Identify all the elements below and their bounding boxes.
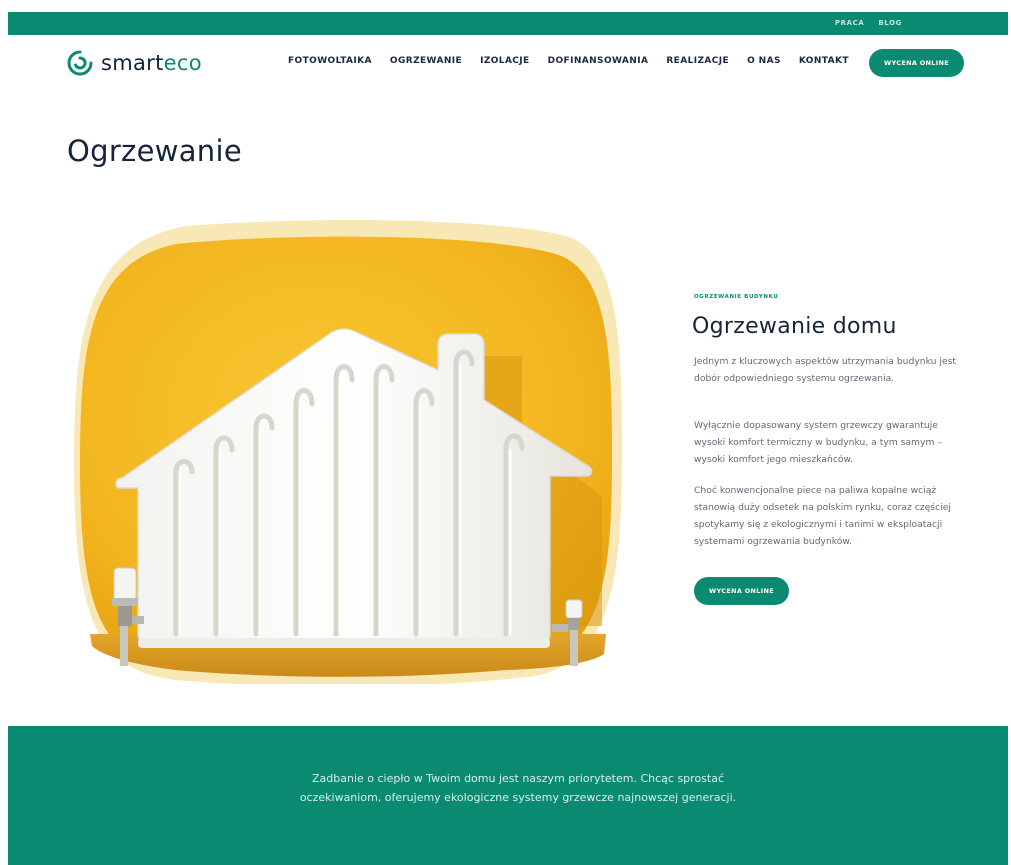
- priority-band-text: Zadbanie o ciepło w Twoim domu jest nasz…: [299, 772, 737, 804]
- priority-band: Zadbanie o ciepło w Twoim domu jest nasz…: [8, 726, 1008, 865]
- nav-item-o-nas[interactable]: O NAS: [747, 56, 781, 66]
- nav-item-dofinansowania[interactable]: DOFINANSOWANIA: [548, 56, 649, 66]
- section-title: Ogrzewanie domu: [692, 314, 897, 339]
- nav-item-realizacje[interactable]: REALIZACJE: [666, 56, 729, 66]
- house-radiator-image: [74, 220, 622, 684]
- logo-wordmark: smarteco: [101, 51, 202, 75]
- nav-item-ogrzewanie[interactable]: OGRZEWANIE: [390, 56, 462, 66]
- header-quote-button[interactable]: WYCENA ONLINE: [869, 49, 964, 77]
- section-eyebrow: OGRZEWANIE BUDYNKU: [694, 294, 779, 300]
- utility-links: PRACA BLOG: [835, 19, 902, 27]
- nav-item-kontakt[interactable]: KONTAKT: [799, 56, 849, 66]
- site-logo[interactable]: smarteco: [67, 50, 202, 76]
- main-header: smarteco FOTOWOLTAIKA OGRZEWANIE IZOLACJ…: [8, 35, 1008, 91]
- logo-wordmark-accent: eco: [163, 51, 202, 75]
- page: PRACA BLOG smarteco FOTOWOLTAIKA OGRZEWA…: [8, 12, 1008, 865]
- section-paragraph-3: Choć konwencjonalne piece na paliwa kopa…: [694, 485, 951, 547]
- section-paragraph-1: Jednym z kluczowych aspektów utrzymania …: [694, 356, 956, 384]
- utility-link-blog[interactable]: BLOG: [878, 19, 902, 27]
- section-paragraph-2: Wyłącznie dopasowany system grzewczy gwa…: [694, 420, 942, 465]
- page-title: Ogrzewanie: [67, 134, 242, 168]
- utility-link-praca[interactable]: PRACA: [835, 19, 865, 27]
- section-quote-button[interactable]: WYCENA ONLINE: [694, 577, 789, 605]
- nav-item-izolacje[interactable]: IZOLACJE: [480, 56, 530, 66]
- nav-item-fotowoltaika[interactable]: FOTOWOLTAIKA: [288, 56, 372, 66]
- top-utility-bar: PRACA BLOG: [8, 12, 1008, 35]
- main-nav: FOTOWOLTAIKA OGRZEWANIE IZOLACJE DOFINAN…: [288, 56, 849, 66]
- logo-wordmark-main: smart: [101, 51, 164, 75]
- smarteco-logo-icon: [67, 50, 93, 76]
